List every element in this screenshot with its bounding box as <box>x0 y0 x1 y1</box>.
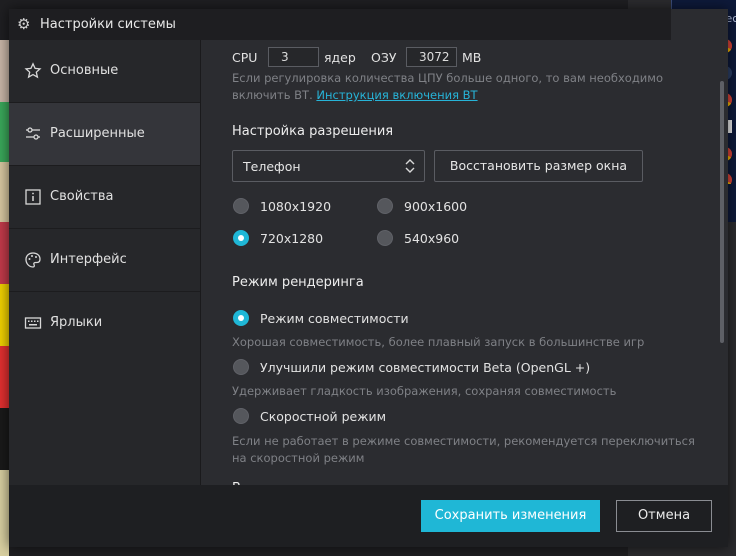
resolution-option-label: 540x960 <box>404 231 460 246</box>
title-bar: ⚙ Настройки системы <box>9 9 671 40</box>
background-thumbnail <box>0 162 9 222</box>
cancel-button[interactable]: Отмена <box>616 500 712 532</box>
render-mode-label: Улучшили режим совместимости Beta (OpenG… <box>260 360 591 375</box>
sidebar-item-properties[interactable]: Свойства <box>9 166 200 229</box>
device-mode-value: Телефон <box>243 159 301 174</box>
radio-enhanced-compatibility-mode[interactable] <box>233 359 249 375</box>
section-heading-rendering: Режим рендеринга <box>232 275 364 290</box>
scrollbar-thumb[interactable] <box>720 81 724 343</box>
cpu-unit: ядер <box>324 50 356 65</box>
cpu-label: CPU <box>232 50 258 65</box>
background-thumbnail <box>0 346 9 408</box>
render-mode-description: Хорошая совместимость, более плавный зап… <box>232 335 645 349</box>
render-mode-description: на скоростной режим <box>232 451 365 465</box>
sidebar-item-label: Свойства <box>50 189 114 204</box>
render-mode-description: Если не работает в режиме совместимости,… <box>232 434 695 448</box>
sidebar-item-general[interactable]: Основные <box>9 40 200 103</box>
vt-hint-line2: включить ВТ. Инструкция включения ВТ <box>232 88 478 102</box>
keyboard-icon <box>24 317 42 329</box>
info-icon <box>25 189 41 205</box>
gear-icon: ⚙ <box>17 15 31 33</box>
star-icon <box>24 62 42 79</box>
palette-icon <box>25 252 41 268</box>
sidebar-item-label: Основные <box>50 63 119 78</box>
section-heading-resolution: Настройка разрешения <box>232 124 394 139</box>
restore-window-size-button[interactable]: Восстановить размер окна <box>434 150 643 182</box>
ram-label: ОЗУ <box>371 50 397 65</box>
background-thumbnail <box>0 102 9 162</box>
background-app-strip <box>0 40 9 556</box>
ram-unit: MB <box>462 50 482 65</box>
sidebar-item-advanced[interactable]: Расширенные <box>9 103 200 166</box>
vt-hint-text: Если регулировка количества ЦПУ больше о… <box>232 71 663 85</box>
sidebar-item-label: Ярлыки <box>50 315 103 330</box>
vt-hint-text: включить ВТ. <box>232 88 313 102</box>
render-mode-label: Скоростной режим <box>260 409 387 424</box>
radio-1080x1920[interactable] <box>233 198 249 214</box>
sidebar-item-label: Расширенные <box>50 126 145 141</box>
radio-speed-mode[interactable] <box>233 408 249 424</box>
radio-compatibility-mode[interactable] <box>233 310 249 326</box>
background-thumbnail <box>0 40 9 102</box>
device-mode-select[interactable]: Телефон <box>232 150 425 182</box>
background-thumbnail <box>0 284 9 346</box>
sidebar-item-interface[interactable]: Интерфейс <box>9 229 200 292</box>
render-mode-description: Удерживает гладкость изображения, сохран… <box>232 384 617 398</box>
resolution-option-label: 1080x1920 <box>260 199 332 214</box>
sidebar-item-shortcuts[interactable]: Ярлыки <box>9 292 200 355</box>
settings-content: CPU 3 ядер ОЗУ 3072 MB Если регулировка … <box>201 40 727 485</box>
settings-sidebar: Основные Расширенные Свойства Интерфейс … <box>9 40 201 485</box>
background-thumbnail <box>0 470 9 556</box>
save-changes-button[interactable]: Сохранить изменения <box>421 500 600 532</box>
radio-540x960[interactable] <box>377 230 393 246</box>
background-thumbnail <box>0 222 9 284</box>
render-mode-label: Режим совместимости <box>260 311 409 326</box>
cpu-input[interactable]: 3 <box>268 47 319 67</box>
dialog-title: Настройки системы <box>40 17 176 32</box>
radio-720x1280[interactable] <box>233 230 249 246</box>
background-thumbnail <box>0 408 9 470</box>
resolution-option-label: 720x1280 <box>260 231 324 246</box>
sliders-icon <box>26 127 40 140</box>
radio-900x1600[interactable] <box>377 198 393 214</box>
settings-dialog: ⚙ Настройки системы Основные Расширенные… <box>9 9 728 547</box>
vt-instructions-link[interactable]: Инструкция включения ВТ <box>316 88 477 102</box>
resolution-option-label: 900x1600 <box>404 199 468 214</box>
ram-input[interactable]: 3072 <box>406 47 457 67</box>
updown-chevron-icon <box>405 159 415 173</box>
sidebar-item-label: Интерфейс <box>50 252 127 267</box>
